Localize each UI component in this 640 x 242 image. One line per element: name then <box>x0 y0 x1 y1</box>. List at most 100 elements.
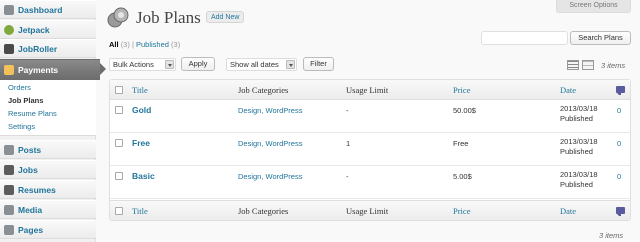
comment-icon <box>616 207 625 216</box>
search-plans-button[interactable]: Search Plans <box>570 31 631 45</box>
sidebar-item-posts[interactable]: Posts <box>0 140 96 159</box>
plan-usage-limit: - <box>346 172 349 181</box>
add-new-button[interactable]: Add New <box>206 11 245 23</box>
dashboard-icon <box>4 4 14 15</box>
column-date[interactable]: Date <box>560 85 576 95</box>
sidebar-item-label: Resumes <box>18 184 56 195</box>
sidebar-item-jobroller[interactable]: JobRoller <box>0 39 96 58</box>
list-view-icon[interactable] <box>567 60 579 70</box>
jetpack-icon <box>4 24 14 35</box>
sidebar-item-label: Posts <box>18 144 42 155</box>
row-checkbox[interactable] <box>115 106 123 114</box>
items-count-top: 3 items <box>601 61 626 70</box>
comment-count[interactable]: 0 <box>617 106 621 115</box>
plan-date: 2013/03/18 <box>560 104 598 113</box>
plan-price: 5.00$ <box>453 172 472 181</box>
sidebar-item-jobs[interactable]: Jobs <box>0 160 96 179</box>
plan-date: 2013/03/18 <box>560 137 598 146</box>
job-plans-logo-icon <box>107 7 129 28</box>
screen-options-label: Screen Options <box>569 2 618 9</box>
sidebar-item-payments[interactable]: Payments <box>0 59 106 80</box>
plan-status: Published <box>560 180 593 189</box>
apply-button[interactable]: Apply <box>181 57 215 71</box>
pin-icon <box>4 144 14 155</box>
payments-icon <box>4 64 14 75</box>
table-footer-row: Title Job Categories Usage Limit Price D… <box>110 200 630 220</box>
media-icon <box>4 204 14 215</box>
plan-usage-limit: 1 <box>346 139 351 148</box>
bulk-actions-select[interactable]: Bulk Actions <box>109 58 176 71</box>
row-checkbox[interactable] <box>115 172 123 180</box>
sidebar-item-label: Jetpack <box>18 24 50 35</box>
table-header-row: Title Job Categories Usage Limit Price D… <box>110 80 630 100</box>
plan-categories[interactable]: Design, WordPress <box>238 106 302 115</box>
sidebar-item-label: Payments <box>18 64 59 75</box>
sidebar-item-label: Jobs <box>18 164 38 175</box>
row-checkbox[interactable] <box>115 139 123 147</box>
briefcase-icon <box>4 164 14 175</box>
submenu-item-job-plans[interactable]: Job Plans <box>8 96 43 105</box>
date-filter-select[interactable]: Show all dates <box>226 58 297 71</box>
pages-icon <box>4 224 14 235</box>
plan-price: Free <box>453 139 469 148</box>
search-input[interactable] <box>481 31 568 45</box>
select-all-checkbox[interactable] <box>115 86 123 94</box>
filter-all-label: All <box>109 40 119 49</box>
submenu-item-resume-plans[interactable]: Resume Plans <box>8 109 57 118</box>
filter-published-label: Published <box>136 40 169 49</box>
excerpt-view-icon[interactable] <box>582 60 594 70</box>
filter-all-link[interactable]: All (3) <box>109 40 130 49</box>
chevron-down-icon <box>165 60 174 69</box>
sidebar-item-jetpack[interactable]: Jetpack <box>0 20 96 39</box>
items-count-bottom: 3 items <box>599 231 624 240</box>
column-usage-limit-footer: Usage Limit <box>346 206 389 216</box>
filter-all-count: (3) <box>120 40 130 49</box>
column-title-footer[interactable]: Title <box>132 206 148 216</box>
column-job-categories-footer: Job Categories <box>238 206 289 216</box>
plan-usage-limit: - <box>346 106 349 115</box>
job-plans-table: Title Job Categories Usage Limit Price D… <box>109 79 631 221</box>
sidebar-item-media[interactable]: Media <box>0 200 96 219</box>
filter-published-count: (3) <box>171 40 181 49</box>
column-date-footer[interactable]: Date <box>560 206 576 216</box>
column-title[interactable]: Title <box>132 85 148 95</box>
admin-sidebar: Dashboard Jetpack JobRoller Payments Ord… <box>0 0 106 242</box>
sidebar-item-label: Media <box>18 204 43 215</box>
status-filter-links: All (3) | Published (3) <box>109 40 180 49</box>
sidebar-item-label: JobRoller <box>18 43 58 54</box>
column-job-categories: Job Categories <box>238 85 289 95</box>
plan-status: Published <box>560 147 593 156</box>
comment-count[interactable]: 0 <box>617 172 621 181</box>
submenu-item-orders[interactable]: Orders <box>8 83 31 92</box>
table-row: Gold Design, WordPress - 50.00$ 2013/03/… <box>110 100 630 133</box>
plan-categories[interactable]: Design, WordPress <box>238 172 302 181</box>
plan-title-link[interactable]: Free <box>132 138 150 148</box>
sidebar-item-label: Dashboard <box>18 4 63 15</box>
plan-title-link[interactable]: Basic <box>132 171 155 181</box>
comment-count[interactable]: 0 <box>617 139 621 148</box>
plan-title-link[interactable]: Gold <box>132 105 151 115</box>
select-all-checkbox-footer[interactable] <box>115 207 123 215</box>
plan-categories[interactable]: Design, WordPress <box>238 139 302 148</box>
screen-options-button[interactable]: Screen Options <box>556 0 631 13</box>
column-price-footer[interactable]: Price <box>453 206 470 216</box>
date-filter-value: Show all dates <box>230 60 279 69</box>
filter-published-link[interactable]: Published (3) <box>136 40 180 49</box>
plan-price: 50.00$ <box>453 106 476 115</box>
submenu-item-settings[interactable]: Settings <box>8 122 35 131</box>
sidebar-item-pages[interactable]: Pages <box>0 220 96 239</box>
sidebar-item-label: Pages <box>18 224 44 235</box>
column-price[interactable]: Price <box>453 85 470 95</box>
resume-icon <box>4 184 14 195</box>
sidebar-item-dashboard[interactable]: Dashboard <box>0 0 96 19</box>
page-title: Job Plans <box>136 8 201 27</box>
chevron-down-icon <box>286 60 295 69</box>
column-usage-limit: Usage Limit <box>346 85 389 95</box>
payments-submenu: Orders Job Plans Resume Plans Settings <box>0 80 96 136</box>
table-row: Basic Design, WordPress - 5.00$ 2013/03/… <box>110 166 630 199</box>
plan-date: 2013/03/18 <box>560 170 598 179</box>
bulk-actions-value: Bulk Actions <box>113 60 154 69</box>
comment-icon <box>616 86 625 95</box>
sidebar-item-resumes[interactable]: Resumes <box>0 180 96 199</box>
filter-button[interactable]: Filter <box>303 57 334 71</box>
